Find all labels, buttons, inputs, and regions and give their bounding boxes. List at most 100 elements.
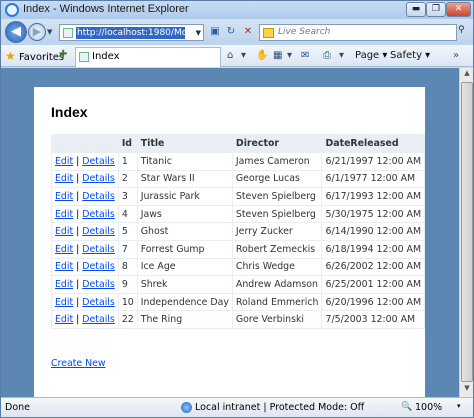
page-menu[interactable]: Page ▾ — [355, 49, 387, 63]
home-icon[interactable]: ⌂ — [227, 49, 233, 63]
print-dropdown-icon[interactable]: ▾ — [339, 49, 344, 63]
favorites-label: Favorites — [18, 52, 65, 63]
web-slice-icon[interactable]: ✋ — [256, 49, 268, 63]
cell-director: Steven Spielberg — [231, 204, 323, 224]
close-button[interactable]: ✕ — [446, 2, 471, 17]
row-actions: Edit | Details — [51, 187, 119, 206]
edit-link[interactable]: Edit — [55, 279, 73, 290]
details-link[interactable]: Details — [82, 279, 115, 290]
edit-link[interactable]: Edit — [55, 314, 73, 325]
zoom-level[interactable]: 100% — [415, 402, 442, 413]
search-button[interactable]: ⚲ — [458, 25, 471, 40]
tab-label: Index — [92, 51, 120, 62]
column-header-title: Title — [136, 134, 233, 153]
details-link[interactable]: Details — [82, 226, 115, 237]
details-link[interactable]: Details — [82, 261, 115, 272]
address-dropdown-icon[interactable]: ▼ — [196, 29, 201, 37]
movies-table: Id Title Director DateReleased Edit | De… — [51, 134, 426, 329]
compatibility-view-icon[interactable]: ▣ — [207, 25, 223, 41]
cell-title: Shrek — [136, 275, 233, 294]
edit-link[interactable]: Edit — [55, 156, 73, 167]
cell-id: 5 — [117, 222, 138, 241]
cell-director: Roland Emmerich — [231, 292, 323, 312]
cell-id: 4 — [117, 204, 138, 224]
tab-index[interactable]: Index — [75, 47, 221, 67]
address-input[interactable]: http://localhost:1980/Movie ▼ — [59, 24, 204, 41]
details-link[interactable]: Details — [82, 156, 115, 167]
cell-title: Star Wars II — [136, 169, 233, 189]
address-bar: ◀ ▶ ▼ http://localhost:1980/Movie ▼ ▣ ↻ … — [1, 19, 473, 45]
cell-date-released: 6/21/1997 12:00 AM — [321, 152, 426, 171]
row-actions: Edit | Details — [51, 275, 119, 294]
link-separator: | — [76, 155, 80, 167]
table-row: Edit | Details 8 Ice Age Chris Wedge 6/26/20… — [51, 257, 426, 277]
search-input[interactable]: Live Search — [259, 24, 457, 41]
details-link[interactable]: Details — [82, 297, 115, 308]
favorites-star-icon: ★ — [5, 49, 16, 63]
details-link[interactable]: Details — [82, 314, 115, 325]
link-separator: | — [76, 261, 80, 273]
security-zone[interactable]: Local intranet | Protected Mode: Off — [195, 402, 364, 413]
cell-title: Titanic — [136, 152, 233, 171]
scroll-down-icon[interactable]: ▼ — [461, 384, 473, 396]
cell-id: 7 — [117, 239, 138, 259]
feeds-dropdown-icon[interactable]: ▾ — [287, 49, 292, 63]
safety-menu[interactable]: Safety ▾ — [390, 49, 430, 63]
table-row: Edit | Details 10 Independence Day Roland E… — [51, 292, 426, 312]
cell-title: Ghost — [136, 222, 233, 241]
scroll-up-icon[interactable]: ▲ — [461, 69, 473, 81]
cell-date-released: 6/14/1990 12:00 AM — [321, 222, 426, 241]
column-header-actions — [51, 134, 119, 153]
cell-date-released: 7/5/2003 12:00 AM — [321, 310, 426, 329]
internet-explorer-icon — [5, 3, 19, 17]
maximize-button[interactable]: ❐ — [426, 2, 446, 17]
read-mail-icon[interactable]: ✉ — [301, 49, 309, 63]
edit-link[interactable]: Edit — [55, 191, 73, 202]
print-icon[interactable]: ⎙ — [323, 49, 331, 63]
link-separator: | — [76, 314, 80, 326]
refresh-icon[interactable]: ↻ — [223, 25, 239, 41]
link-separator: | — [76, 208, 80, 220]
column-header-id: Id — [117, 134, 138, 153]
scroll-thumb[interactable] — [461, 82, 473, 382]
command-bar: ★ Favorites ✚ Index ⌂ ▾ ✋ ▦ ▾ ✉ ⎙ ▾ Page… — [1, 45, 473, 67]
minimize-button[interactable]: ▬ — [406, 2, 426, 17]
link-separator: | — [76, 296, 80, 308]
forward-button[interactable]: ▶ — [28, 23, 46, 41]
link-separator: | — [76, 190, 80, 202]
back-button[interactable]: ◀ — [5, 21, 27, 43]
cell-title: Forrest Gump — [136, 239, 233, 259]
details-link[interactable]: Details — [82, 173, 115, 184]
cell-id: 22 — [117, 310, 138, 329]
details-link[interactable]: Details — [82, 191, 115, 202]
cell-date-released: 6/25/2001 12:00 AM — [321, 275, 426, 294]
feeds-icon[interactable]: ▦ — [273, 49, 282, 63]
cell-director: George Lucas — [231, 169, 323, 189]
details-link[interactable]: Details — [82, 209, 115, 220]
cell-date-released: 6/1/1977 12:00 AM — [321, 169, 426, 189]
edit-link[interactable]: Edit — [55, 173, 73, 184]
edit-link[interactable]: Edit — [55, 209, 73, 220]
details-link[interactable]: Details — [82, 244, 115, 255]
cell-director: Chris Wedge — [231, 257, 323, 277]
cell-date-released: 6/26/2002 12:00 AM — [321, 257, 426, 277]
history-dropdown-icon[interactable]: ▼ — [47, 28, 52, 36]
more-commands-icon[interactable]: » — [453, 49, 459, 63]
home-dropdown-icon[interactable]: ▾ — [241, 49, 246, 63]
cell-title: Ice Age — [136, 257, 233, 277]
vertical-scrollbar[interactable]: ▲ ▼ — [459, 68, 473, 397]
table-row: Edit | Details 2 Star Wars II George Lucas 6… — [51, 169, 426, 189]
row-actions: Edit | Details — [51, 222, 119, 241]
edit-link[interactable]: Edit — [55, 297, 73, 308]
column-header-director: Director — [231, 134, 323, 153]
zoom-dropdown-icon[interactable]: ▾ — [457, 402, 461, 410]
add-favorite-icon[interactable]: ✚ — [59, 49, 73, 63]
address-url[interactable]: http://localhost:1980/Movie — [76, 27, 185, 39]
edit-link[interactable]: Edit — [55, 244, 73, 255]
create-new-link[interactable]: Create New — [51, 358, 106, 369]
favorites-button[interactable]: ★ Favorites — [5, 48, 64, 64]
table-row: Edit | Details 1 Titanic James Cameron 6/21/… — [51, 152, 426, 171]
edit-link[interactable]: Edit — [55, 261, 73, 272]
edit-link[interactable]: Edit — [55, 226, 73, 237]
stop-icon[interactable]: ✕ — [240, 25, 256, 41]
